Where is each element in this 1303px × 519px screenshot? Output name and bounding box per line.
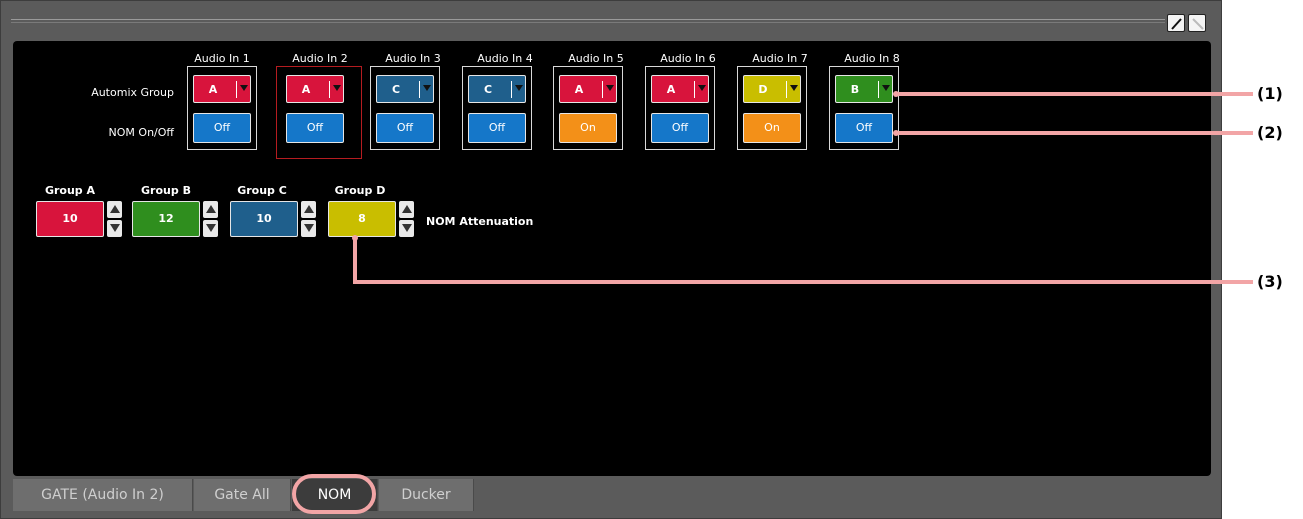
callout-label-2: (2) (1257, 123, 1283, 142)
callout-label-3: (3) (1257, 272, 1283, 291)
callout-line-3 (353, 238, 1253, 284)
callout-dot-3 (352, 235, 358, 241)
callout-label-1: (1) (1257, 84, 1283, 103)
callout-lines (352, 91, 1253, 284)
callout-dot-2 (893, 130, 899, 136)
callout-dot-1 (893, 91, 899, 97)
